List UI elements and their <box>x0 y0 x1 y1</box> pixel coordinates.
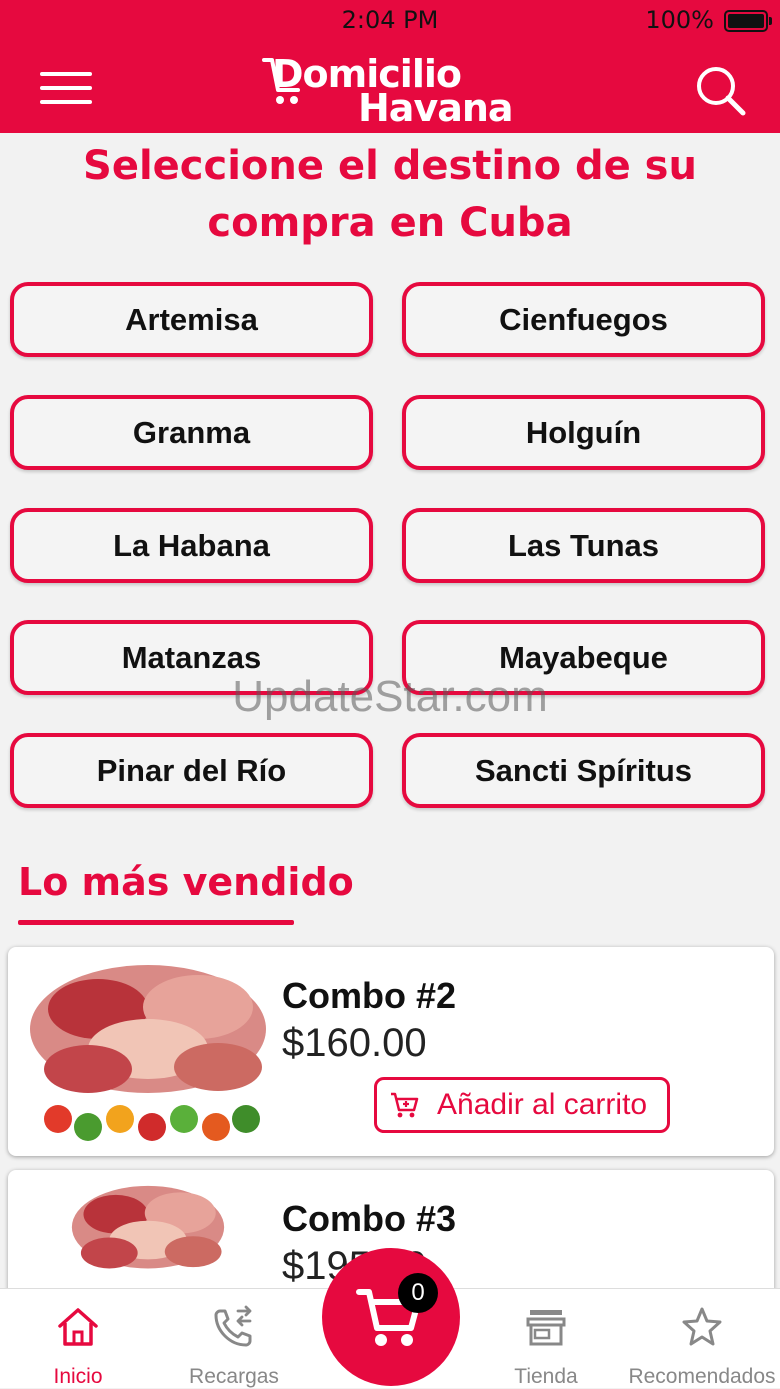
app-bar: Domicilio Havana <box>0 42 780 133</box>
star-icon <box>682 1307 722 1346</box>
province-button-artemisa[interactable]: Artemisa <box>10 282 373 357</box>
best-sellers-title: Lo más vendido <box>18 860 354 904</box>
province-button-las-tunas[interactable]: Las Tunas <box>402 508 765 583</box>
nav-label-recargas: Recargas <box>189 1365 279 1388</box>
province-button-la-habana[interactable]: La Habana <box>10 508 373 583</box>
battery-percent: 100% <box>645 6 714 34</box>
province-button-sancti-spiritus[interactable]: Sancti Spíritus <box>402 733 765 808</box>
logo-text-havana: Havana <box>358 86 514 130</box>
section-underline <box>18 920 294 925</box>
cart-count-badge: 0 <box>398 1273 438 1313</box>
menu-icon[interactable] <box>40 70 92 106</box>
province-button-cienfuegos[interactable]: Cienfuegos <box>402 282 765 357</box>
product-name: Combo #3 <box>282 1198 457 1239</box>
nav-item-inicio[interactable]: Inicio <box>0 1289 156 1388</box>
product-card[interactable]: Combo #2 $160.00 Añadir al carrito <box>8 947 774 1156</box>
product-image <box>71 1185 225 1269</box>
product-image <box>28 965 268 1145</box>
phone-transfer-icon <box>214 1305 252 1347</box>
province-button-holguin[interactable]: Holguín <box>402 395 765 470</box>
cart-button[interactable] <box>322 1248 460 1386</box>
nav-label-inicio: Inicio <box>53 1365 103 1388</box>
search-icon[interactable] <box>694 64 746 116</box>
nav-item-recomendados[interactable]: Recomendados <box>624 1289 780 1388</box>
nav-item-tienda[interactable]: Tienda <box>468 1289 624 1388</box>
product-price: $160.00 <box>282 1021 427 1065</box>
status-bar: 2:04 PM 100% <box>0 0 780 42</box>
app-logo: Domicilio Havana <box>262 50 522 130</box>
store-icon <box>526 1310 566 1346</box>
add-to-cart-label: Añadir al carrito <box>437 1088 648 1121</box>
nav-label-recomendados: Recomendados <box>628 1365 776 1388</box>
product-name: Combo #2 <box>282 975 457 1016</box>
province-button-granma[interactable]: Granma <box>10 395 373 470</box>
nav-label-tienda: Tienda <box>514 1365 578 1388</box>
destination-headline: Seleccione el destino de su compra en Cu… <box>83 143 697 246</box>
add-cart-icon <box>391 1092 419 1118</box>
province-button-pinar-del-rio[interactable]: Pinar del Río <box>10 733 373 808</box>
battery-icon <box>724 10 772 32</box>
home-icon <box>58 1308 98 1346</box>
nav-item-recargas[interactable]: Recargas <box>156 1289 312 1388</box>
add-to-cart-button[interactable]: Añadir al carrito <box>374 1077 670 1133</box>
watermark-text: UpdateStar.com <box>232 672 548 721</box>
